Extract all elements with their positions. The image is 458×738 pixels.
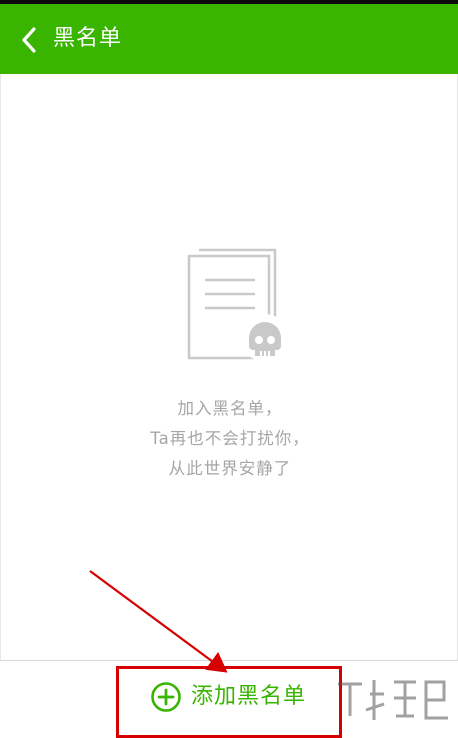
blacklist-content: 加入黑名单， Ta再也不会打扰你， 从此世界安静了: [0, 74, 458, 660]
add-blacklist-label: 添加黑名单: [191, 684, 307, 709]
empty-state-message: 加入黑名单， Ta再也不会打扰你， 从此世界安静了: [1, 394, 458, 484]
plus-circle-icon: [151, 682, 181, 712]
app-bar: 黑名单: [0, 4, 458, 74]
empty-state-line: Ta再也不会打扰你，: [150, 429, 310, 448]
document-skull-icon: [187, 248, 289, 362]
chevron-left-icon: [22, 27, 36, 53]
add-blacklist-button[interactable]: 添加黑名单: [150, 679, 306, 715]
empty-state-line: 加入黑名单，: [177, 399, 283, 418]
empty-state-line: 从此世界安静了: [168, 459, 292, 478]
back-button[interactable]: [10, 20, 48, 60]
bottom-action-bar: 添加黑名单: [0, 660, 458, 734]
page-title: 黑名单: [53, 26, 123, 51]
